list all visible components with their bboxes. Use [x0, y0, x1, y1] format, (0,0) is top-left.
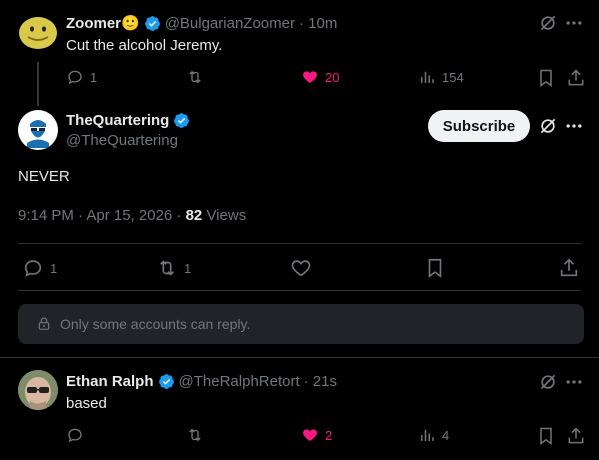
heart-filled-icon	[303, 429, 317, 441]
main-tweet-header: TheQuartering	[66, 112, 190, 129]
reply-notice-text: Only some accounts can reply.	[60, 316, 251, 332]
reply-icon	[68, 428, 82, 443]
bookmark-icon[interactable]	[536, 426, 556, 446]
views-label: Views	[202, 207, 247, 224]
divider	[18, 290, 581, 291]
tweet-time[interactable]: · 21s	[304, 373, 337, 390]
view-count: 154	[442, 69, 464, 85]
views-chart-icon	[421, 429, 434, 441]
share-icon[interactable]	[558, 257, 580, 279]
avatar-thequartering[interactable]	[18, 110, 58, 150]
grok-icon[interactable]	[538, 372, 558, 392]
like-button[interactable]: 20	[301, 68, 339, 86]
grok-icon[interactable]	[538, 13, 558, 33]
reply-icon	[68, 70, 82, 85]
reply-button[interactable]: 1	[66, 68, 97, 86]
reply-button[interactable]: 1	[22, 257, 57, 279]
views-chart-icon	[421, 71, 434, 83]
main-tweet-meta: 9:14 PM · Apr 15, 2026 · 82 Views	[18, 207, 246, 224]
like-count: 2	[325, 427, 333, 443]
tweet-header: Zoomer🙂 @BulgarianZoomer · 10m	[66, 14, 337, 33]
thread-line	[37, 62, 39, 106]
more-icon[interactable]	[564, 372, 584, 392]
verified-badge-icon	[174, 113, 190, 128]
heart-filled-icon	[303, 71, 317, 83]
share-icon[interactable]	[566, 426, 586, 446]
avatar-zoomer[interactable]	[18, 12, 58, 52]
author-name[interactable]: Ethan Ralph	[66, 373, 154, 390]
views-button[interactable]: 154	[418, 68, 464, 86]
divider	[0, 357, 599, 358]
view-count: 4	[442, 427, 450, 443]
profile-photo-icon	[18, 370, 58, 410]
like-count: 20	[325, 69, 340, 85]
verified-badge-icon	[158, 374, 174, 389]
grok-icon[interactable]	[538, 116, 558, 136]
repost-icon	[189, 70, 201, 84]
author-name[interactable]: Zoomer🙂	[66, 14, 140, 32]
heart-icon[interactable]	[290, 257, 312, 279]
author-handle[interactable]: @TheRalphRetort	[179, 373, 300, 390]
repost-button[interactable]	[186, 68, 204, 86]
author-name[interactable]: TheQuartering	[66, 112, 169, 129]
more-icon[interactable]	[564, 13, 584, 33]
main-tweet-text: NEVER	[18, 168, 70, 185]
more-icon[interactable]	[564, 116, 584, 136]
repost-count: 1	[184, 260, 192, 276]
repost-icon	[159, 260, 175, 276]
repost-icon	[189, 428, 201, 442]
quartering-logo-icon	[27, 120, 49, 148]
author-handle[interactable]: @BulgarianZoomer	[165, 15, 295, 32]
reply-button[interactable]	[66, 426, 84, 444]
subscribe-button[interactable]: Subscribe	[428, 110, 530, 142]
zoomer-face-icon	[19, 17, 57, 49]
tweet-text: Cut the alcohol Jeremy.	[66, 37, 223, 54]
reply-icon	[24, 260, 42, 277]
bookmark-icon[interactable]	[424, 257, 446, 279]
reply-restriction-notice: Only some accounts can reply.	[18, 304, 584, 344]
tweet-time[interactable]: · 10m	[299, 15, 337, 32]
like-button[interactable]: 2	[301, 426, 332, 444]
divider	[18, 243, 581, 244]
view-count: 82	[185, 207, 203, 224]
tweet-header: Ethan Ralph @TheRalphRetort · 21s	[66, 373, 337, 390]
share-icon[interactable]	[566, 68, 586, 88]
bookmark-icon[interactable]	[536, 68, 556, 88]
views-button[interactable]: 4	[418, 426, 449, 444]
tweet-text: based	[66, 395, 107, 412]
reply-count: 1	[50, 260, 58, 276]
author-handle[interactable]: @TheQuartering	[66, 132, 178, 149]
verified-badge-icon	[144, 15, 160, 31]
repost-button[interactable]: 1	[156, 257, 191, 279]
reply-count: 1	[90, 69, 98, 85]
repost-button[interactable]	[186, 426, 204, 444]
lock-icon	[38, 317, 50, 330]
avatar-ethan-ralph[interactable]	[18, 370, 58, 410]
tweet-datetime[interactable]: 9:14 PM · Apr 15, 2026 ·	[18, 207, 186, 224]
